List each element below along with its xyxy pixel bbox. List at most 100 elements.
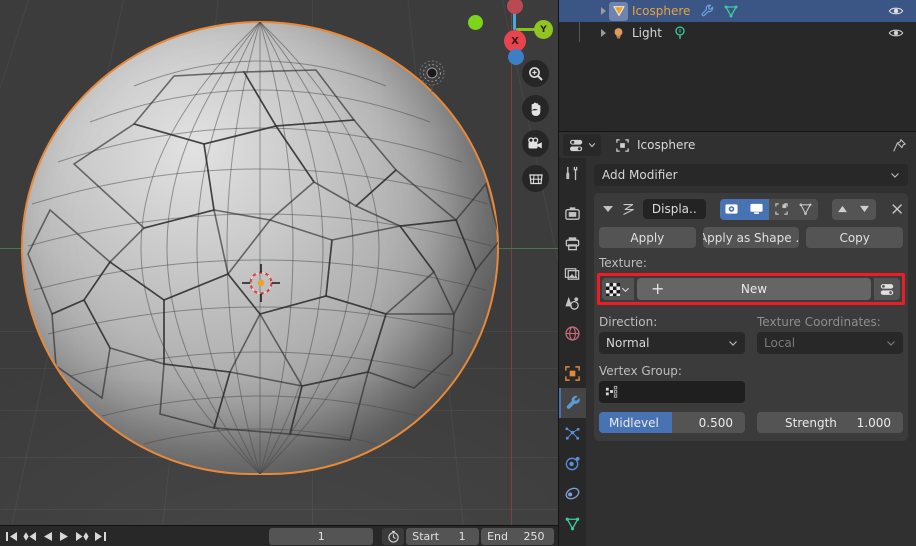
gizmo-y-ball[interactable]: Y — [534, 20, 553, 39]
mesh-data-icon[interactable] — [723, 3, 739, 19]
texture-selector-row: + New — [602, 278, 900, 300]
modifier-header: Displa.. — [599, 198, 903, 220]
eye-icon[interactable] — [888, 3, 904, 19]
toggle-ortho-tool[interactable] — [522, 165, 549, 192]
eye-icon[interactable] — [888, 25, 904, 41]
apply-button[interactable]: Apply — [599, 227, 696, 248]
properties-tab-view-layer[interactable] — [559, 258, 586, 288]
texture-browse-list-button[interactable] — [874, 278, 900, 300]
copy-button[interactable]: Copy — [806, 227, 904, 248]
object-square-icon — [565, 365, 580, 381]
prev-keyframe-icon[interactable] — [22, 530, 37, 543]
disclosure-triangle-icon[interactable] — [601, 7, 606, 15]
auto-keying-button[interactable] — [382, 527, 405, 545]
camera-icon — [528, 136, 542, 148]
skip-end-icon[interactable] — [94, 530, 107, 543]
properties-tab-object-data[interactable] — [559, 508, 586, 538]
modifier-value-sliders: Midlevel 0.500 Strength 1.000 — [599, 412, 903, 433]
modifier-show-viewport-toggle[interactable] — [744, 198, 769, 220]
strength-slider[interactable]: Strength 1.000 — [757, 412, 903, 433]
modifier-reorder-buttons — [831, 198, 876, 220]
midlevel-slider[interactable]: Midlevel 0.500 — [599, 412, 745, 433]
blender-window: Y X 1 Start 1 End 250 Icosphere Light Ic… — [0, 0, 916, 546]
add-modifier-dropdown[interactable]: Add Modifier — [594, 164, 908, 186]
play-reverse-icon[interactable] — [41, 530, 54, 543]
properties-tab-scene[interactable] — [559, 288, 586, 318]
direction-dropdown[interactable]: Normal — [599, 332, 745, 354]
properties-tab-object[interactable] — [559, 358, 586, 388]
world-icon — [565, 325, 580, 341]
triangle-down-icon — [860, 205, 870, 213]
zoom-tool[interactable] — [522, 60, 549, 87]
camera-view-tool[interactable] — [522, 130, 549, 157]
mesh-triangle-icon — [609, 1, 628, 21]
modifier-show-on-cage-toggle[interactable] — [793, 198, 818, 220]
properties-tab-output[interactable] — [559, 228, 586, 258]
properties-tab-tool[interactable] — [559, 158, 586, 188]
disclosure-triangle-icon[interactable] — [601, 29, 606, 37]
timeline-frame-controls: 1 Start 1 End 250 — [269, 527, 558, 545]
chevron-down-icon — [621, 287, 630, 292]
direction-value: Normal — [606, 336, 650, 350]
modifier-name-field[interactable]: Displa.. — [642, 199, 706, 219]
triangle-down-icon[interactable] — [603, 206, 613, 212]
properties-tab-physics[interactable] — [559, 448, 586, 478]
light-bulb-icon — [609, 24, 628, 43]
frame-end-field[interactable]: End 250 — [481, 527, 554, 545]
texture-coordinates-label: Texture Coordinates: — [757, 315, 881, 329]
properties-tab-render[interactable] — [559, 198, 586, 228]
pan-tool[interactable] — [522, 95, 549, 122]
stopwatch-icon — [387, 530, 399, 543]
viewport-tool-strip — [522, 60, 549, 192]
cone-droplet-icon — [565, 296, 579, 310]
grid-icon — [528, 173, 543, 184]
midlevel-value: 0.500 — [698, 415, 733, 430]
outliner-editor[interactable]: Camera Icosphere — [558, 0, 916, 131]
gizmo-neg-x-ball[interactable] — [507, 0, 523, 14]
chevron-down-icon — [729, 341, 737, 346]
mesh-data-icon — [565, 517, 580, 530]
vertex-cage-icon — [799, 203, 812, 215]
modifier-show-render-toggle[interactable] — [719, 198, 745, 220]
apply-as-shape-key-button[interactable]: Apply as Shape .. — [702, 227, 800, 248]
pin-icon[interactable] — [892, 138, 907, 153]
outliner-row-icosphere[interactable]: Icosphere — [559, 0, 916, 22]
texture-new-button[interactable]: + New — [637, 278, 871, 300]
edit-mode-icon — [774, 203, 788, 215]
modifier-move-down-button[interactable] — [853, 198, 876, 220]
texture-coordinates-dropdown[interactable]: Local — [757, 332, 903, 354]
frame-start-field[interactable]: Start 1 — [406, 527, 480, 545]
x-icon[interactable] — [891, 202, 903, 216]
navigation-gizmo[interactable]: Y X — [480, 0, 554, 65]
properties-tab-modifiers[interactable] — [559, 388, 586, 418]
properties-tab-constraints[interactable] — [559, 478, 586, 508]
display-icon — [750, 203, 763, 214]
current-frame-field[interactable]: 1 — [269, 527, 374, 545]
wrench-icon[interactable] — [700, 3, 716, 19]
timeline-editor[interactable]: 1 Start 1 End 250 — [0, 525, 558, 546]
properties-tab-world[interactable] — [559, 318, 586, 348]
properties-tab-material[interactable] — [559, 538, 586, 546]
texture-section-label: Texture: — [599, 256, 647, 270]
outliner-extras-light — [672, 25, 688, 41]
vertex-group-field[interactable] — [599, 381, 745, 403]
editor-type-selector[interactable] — [563, 134, 601, 156]
printer-icon — [565, 236, 580, 250]
plus-icon: + — [651, 279, 665, 298]
skip-start-icon[interactable] — [5, 530, 18, 543]
properties-editor[interactable]: Icosphere Add Modifier Displa.. Apply Ap… — [558, 131, 916, 546]
images-icon — [564, 267, 580, 280]
3d-viewport[interactable]: Y X — [0, 0, 558, 525]
direction-coords-labels: Direction: Texture Coordinates: — [599, 307, 903, 332]
texture-browse-button[interactable] — [602, 278, 634, 300]
modifier-show-edit-mode-toggle[interactable] — [768, 198, 794, 220]
modifier-move-up-button[interactable] — [831, 198, 854, 220]
outliner-row-light[interactable]: Light — [559, 22, 916, 44]
properties-tab-particles[interactable] — [559, 418, 586, 448]
light-data-icon[interactable] — [672, 25, 688, 41]
play-icon[interactable] — [58, 530, 71, 543]
light-object-gizmo[interactable] — [416, 60, 448, 92]
next-keyframe-icon[interactable] — [75, 530, 90, 543]
add-modifier-label: Add Modifier — [602, 168, 678, 182]
breadcrumb-object-name: Icosphere — [637, 138, 696, 152]
